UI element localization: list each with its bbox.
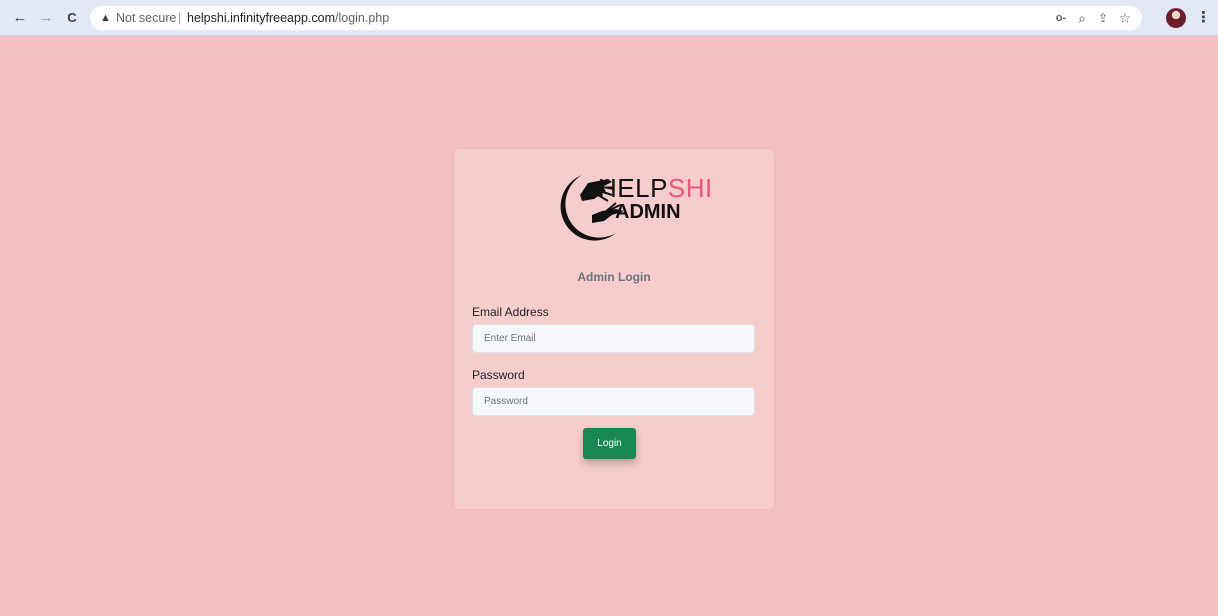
url-text[interactable]: helpshi.infinityfreeapp.com/login.php (187, 6, 389, 30)
security-label[interactable]: Not secure (116, 6, 176, 30)
login-title: Admin Login (577, 270, 651, 284)
address-separator: | (178, 11, 182, 25)
logo-title: HELPSHI (598, 173, 713, 203)
back-icon[interactable]: ← (10, 8, 30, 28)
share-icon[interactable]: ⇪ (1094, 6, 1112, 30)
logo-title-shi: SHI (667, 173, 713, 203)
reload-icon[interactable]: C (62, 8, 82, 28)
password-field[interactable] (472, 387, 755, 416)
url-host: helpshi.infinityfreeapp.com (187, 11, 335, 25)
browser-menu-icon[interactable]: ⋮ (1196, 8, 1211, 28)
email-label: Email Address (472, 305, 549, 319)
zoom-icon[interactable]: ⌕ (1073, 6, 1091, 30)
profile-avatar[interactable] (1166, 8, 1186, 28)
address-bar[interactable]: ▲ Not secure | helpshi.infinityfreeapp.c… (90, 6, 1142, 30)
bookmark-star-icon[interactable]: ☆ (1116, 6, 1134, 30)
warning-icon[interactable]: ▲ (100, 6, 111, 30)
page-content: HELPSHI ADMIN Admin Login Email Address … (8, 36, 1218, 616)
forward-icon[interactable]: → (36, 8, 56, 28)
helpshi-logo: HELPSHI ADMIN (542, 171, 712, 247)
login-card: HELPSHI ADMIN Admin Login Email Address … (454, 149, 774, 509)
login-button[interactable]: Login (583, 428, 636, 459)
logo-title-help: HELP (598, 173, 668, 203)
key-icon[interactable]: o- (1052, 6, 1070, 30)
url-path: /login.php (335, 11, 390, 25)
logo-subtitle: ADMIN (615, 201, 681, 223)
email-field[interactable] (472, 324, 755, 353)
password-label: Password (472, 368, 525, 382)
browser-toolbar: ← → C ▲ Not secure | helpshi.infinityfre… (0, 0, 1218, 36)
